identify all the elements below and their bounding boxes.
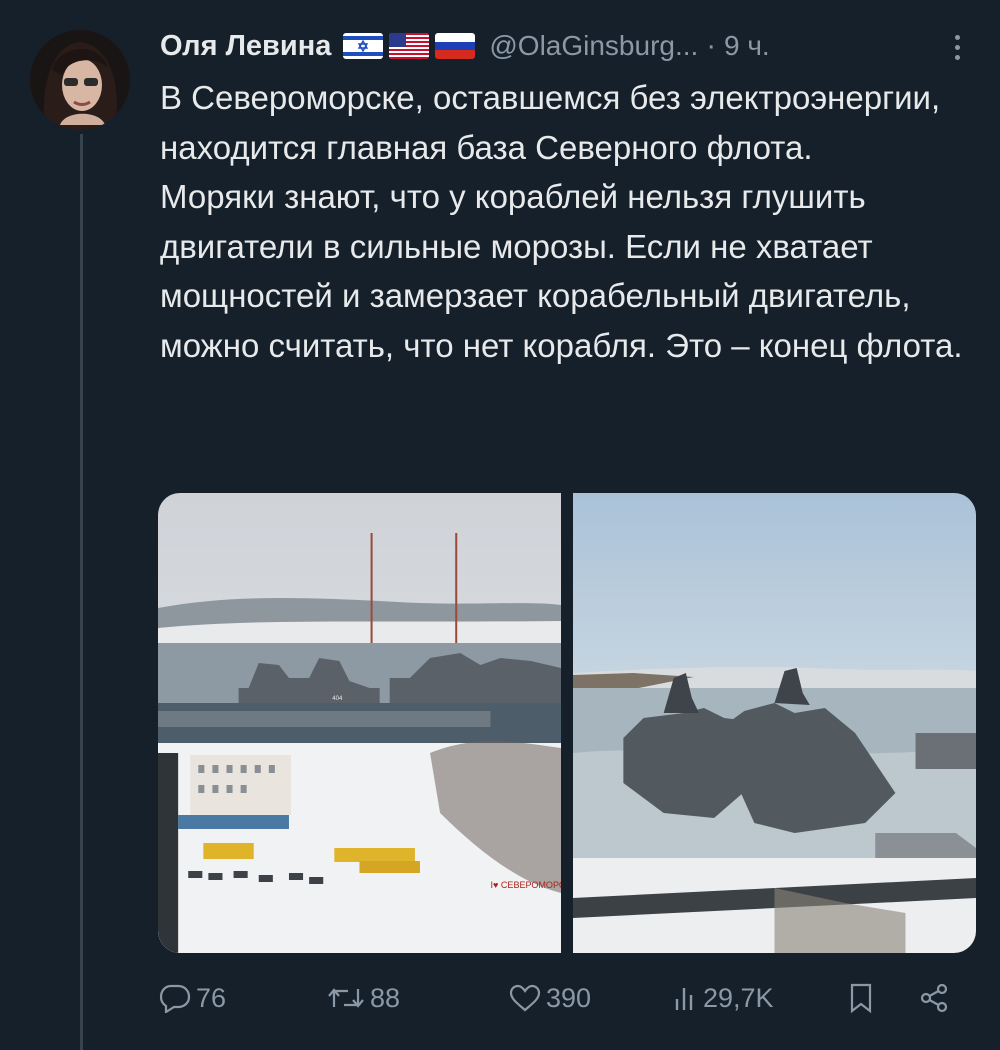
- photo-warships-in-ice[interactable]: [573, 493, 976, 953]
- hull-number: 404: [332, 696, 343, 702]
- severomorsk-sign: I♥ СЕВЕРОМОРСК: [490, 880, 561, 890]
- russia-flag-icon: [435, 33, 476, 59]
- thread-line: [80, 134, 83, 1050]
- repost-button[interactable]: 88: [326, 983, 400, 1014]
- user-handle[interactable]: @OlaGinsburg...: [489, 30, 698, 62]
- israel-flag-icon: [343, 33, 384, 59]
- timestamp[interactable]: 9 ч.: [724, 30, 770, 62]
- media-grid: I♥ СЕВЕРОМОРСК 404: [158, 493, 976, 953]
- reply-button[interactable]: 76: [158, 983, 226, 1014]
- reply-icon: [159, 984, 191, 1013]
- flag-group: [343, 33, 476, 59]
- avatar[interactable]: [30, 30, 130, 130]
- separator-dot: ·: [706, 29, 716, 62]
- views-chart-icon: [675, 988, 693, 1010]
- heart-icon: [509, 984, 541, 1012]
- more-dot-icon: [954, 54, 960, 60]
- like-button[interactable]: 390: [508, 983, 591, 1014]
- repost-count: 88: [370, 982, 401, 1013]
- share-button[interactable]: [918, 982, 950, 1014]
- more-dot-icon: [954, 34, 960, 40]
- share-icon: [920, 983, 948, 1013]
- views-count: 29,7K: [703, 982, 774, 1013]
- tweet-paragraph-1: В Североморске, оставшемся без электроэн…: [160, 79, 941, 166]
- more-dot-icon: [954, 44, 960, 50]
- like-count: 390: [546, 982, 592, 1013]
- reply-count: 76: [196, 982, 227, 1013]
- bookmark-icon: [850, 983, 872, 1014]
- bookmark-button[interactable]: [848, 982, 874, 1014]
- tweet-text: В Североморске, оставшемся без электроэн…: [160, 73, 970, 370]
- views-button[interactable]: 29,7K: [673, 983, 774, 1014]
- photo-severomorsk-port[interactable]: I♥ СЕВЕРОМОРСК 404: [158, 493, 561, 953]
- action-bar: 76 88 390 29,7K: [158, 974, 970, 1022]
- usa-flag-icon: [389, 33, 430, 59]
- tweet-paragraph-2: Моряки знают, что у кораблей нельзя глуш…: [160, 178, 963, 364]
- repost-icon: [328, 988, 364, 1008]
- more-options-button[interactable]: [942, 30, 972, 64]
- display-name[interactable]: Оля Левина: [160, 30, 331, 63]
- tweet-header: Оля Левина @OlaGinsburg... · 9 ч.: [160, 26, 972, 66]
